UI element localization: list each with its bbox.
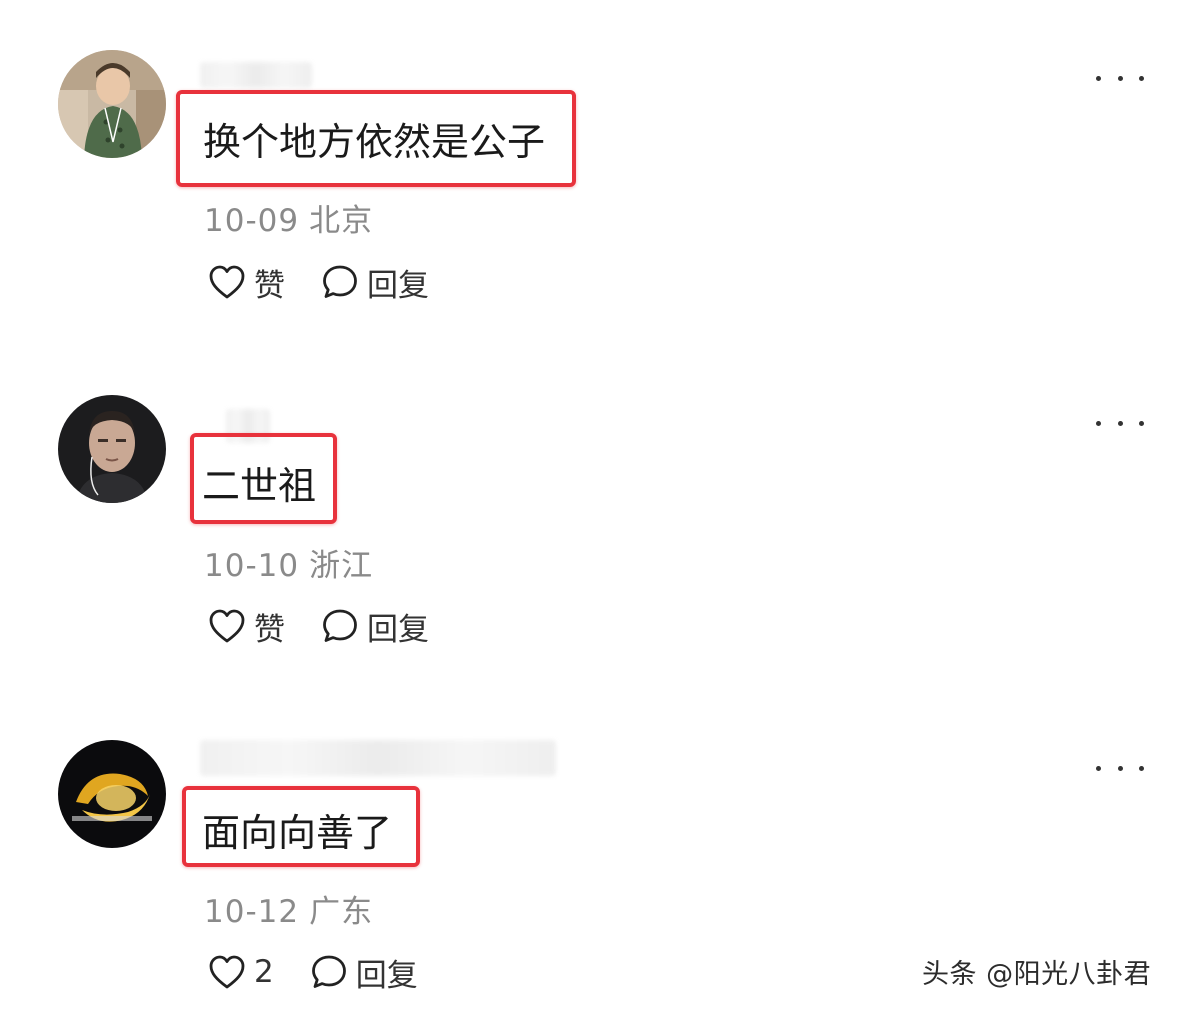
reply-button[interactable]: 回复	[321, 260, 429, 305]
more-dots-icon	[1096, 75, 1101, 81]
avatar[interactable]	[58, 395, 166, 503]
more-dots-icon	[1096, 420, 1101, 426]
speech-bubble-icon	[310, 953, 348, 991]
like-button[interactable]: 赞	[208, 260, 285, 305]
comment-date: 10-09	[204, 203, 300, 239]
reply-button[interactable]: 回复	[310, 950, 418, 995]
comment-actions: 赞 回复	[208, 604, 429, 649]
reply-button[interactable]: 回复	[321, 604, 429, 649]
heart-icon	[208, 954, 246, 990]
comment-location: 北京	[309, 203, 374, 239]
comment-date: 10-12	[204, 894, 300, 930]
comment-list: 换个地方依然是公子 10-09 北京 赞 回复 二世祖 10-10 浙江 赞 回…	[0, 0, 1200, 1015]
comment-location: 广东	[309, 894, 374, 930]
like-label: 赞	[254, 611, 285, 648]
comment-text: 面向向善了	[202, 811, 393, 855]
more-options-button[interactable]	[1096, 756, 1144, 780]
comment-date: 10-10	[204, 548, 300, 584]
comment-meta: 10-10 浙江	[204, 540, 373, 585]
reply-label: 回复	[367, 611, 429, 648]
comment-item: 二世祖 10-10 浙江 赞 回复	[0, 345, 1200, 675]
like-button[interactable]: 赞	[208, 604, 285, 649]
heart-icon	[208, 264, 246, 300]
comment-item: 换个地方依然是公子 10-09 北京 赞 回复	[0, 0, 1200, 330]
comment-text: 二世祖	[202, 464, 317, 508]
speech-bubble-icon	[321, 263, 359, 301]
reply-label: 回复	[355, 957, 418, 994]
more-options-button[interactable]	[1096, 66, 1144, 90]
reply-label: 回复	[367, 267, 429, 304]
comment-meta: 10-09 北京	[204, 195, 373, 240]
comment-location: 浙江	[309, 548, 374, 584]
username-blurred	[200, 62, 312, 88]
comment-actions: 赞 回复	[208, 260, 429, 305]
more-dots-icon	[1096, 765, 1101, 771]
heart-icon	[208, 608, 246, 644]
avatar[interactable]	[58, 740, 166, 848]
speech-bubble-icon	[321, 607, 359, 645]
avatar[interactable]	[58, 50, 166, 158]
like-count: 2	[254, 954, 274, 990]
watermark: 头条 @阳光八卦君	[922, 959, 1152, 990]
username-blurred	[200, 740, 556, 776]
comment-actions: 2 回复	[208, 950, 418, 995]
comment-text: 换个地方依然是公子	[203, 120, 546, 164]
more-options-button[interactable]	[1096, 411, 1144, 435]
like-label: 赞	[254, 267, 285, 304]
like-button[interactable]: 2	[208, 954, 274, 990]
comment-meta: 10-12 广东	[204, 886, 373, 931]
